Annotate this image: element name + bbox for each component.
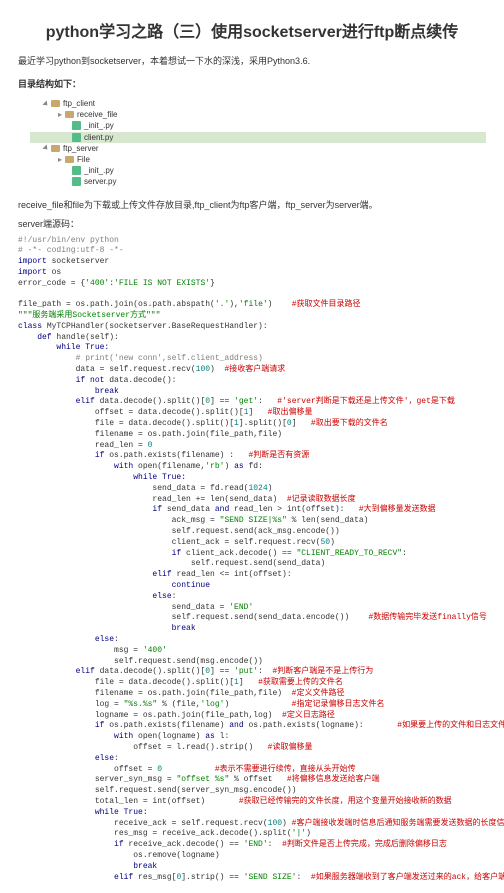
tree-item: ftp_server [63, 143, 99, 154]
caption-text: receive_file和file为下载或上传文件存放目录,ftp_client… [18, 198, 486, 211]
tree-item: receive_file [77, 109, 117, 120]
python-file-icon [72, 133, 81, 142]
folder-icon [51, 100, 60, 107]
server-code-label: server端源码： [18, 217, 486, 230]
tree-item: ftp_client [63, 98, 95, 109]
directory-tree: ftp_client ▸receive_file _init_.py clien… [30, 98, 486, 188]
folder-icon [65, 156, 74, 163]
python-file-icon [72, 121, 81, 130]
chevron-down-icon [42, 100, 49, 107]
python-file-icon [72, 177, 81, 186]
tree-item: File [77, 154, 90, 165]
folder-icon [65, 111, 74, 118]
folder-icon [51, 145, 60, 152]
page-title: python学习之路（三）使用socketserver进行ftp断点续传 [18, 18, 486, 42]
structure-label: 目录结构如下： [18, 77, 486, 90]
chevron-down-icon [42, 145, 49, 152]
intro-text: 最近学习python到socketserver，本着想试一下水的深浅，采用Pyt… [18, 54, 486, 67]
python-file-icon [72, 166, 81, 175]
tree-item: _init_.py [84, 120, 114, 131]
tree-item-selected: client.py [84, 132, 113, 143]
tree-item: _init_.py [84, 165, 114, 176]
tree-item: server.py [84, 176, 116, 187]
code-block: #!/usr/bin/env python # -*- coding:utf-8… [18, 236, 486, 884]
